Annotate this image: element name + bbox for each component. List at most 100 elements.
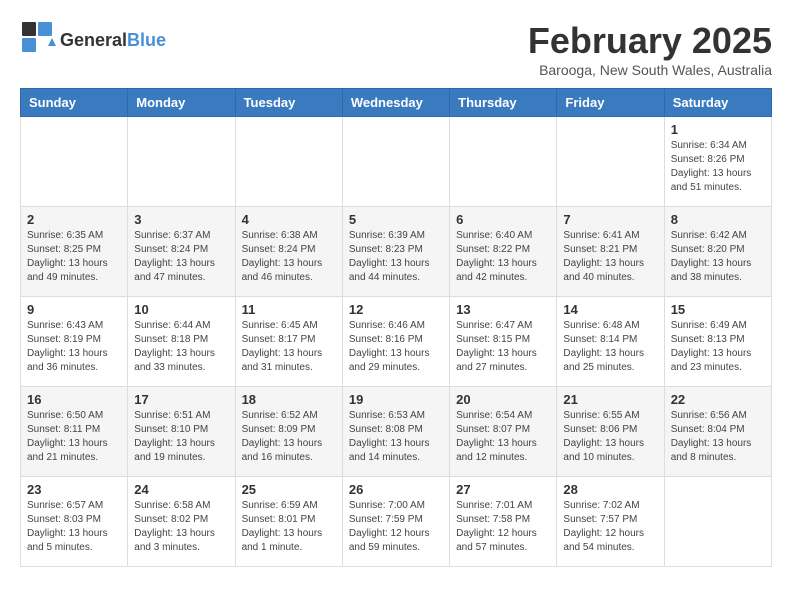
header-monday: Monday	[128, 89, 235, 117]
logo-blue: Blue	[127, 30, 166, 50]
table-row	[128, 117, 235, 207]
table-row: 2 Sunrise: 6:35 AM Sunset: 8:25 PM Daylig…	[21, 207, 128, 297]
day-number: 11	[242, 302, 336, 317]
day-info: Sunrise: 6:55 AM Sunset: 8:06 PM Dayligh…	[563, 409, 657, 465]
table-row: 17 Sunrise: 6:51 AM Sunset: 8:10 PM Dayli…	[128, 387, 235, 477]
day-info: Sunrise: 6:52 AM Sunset: 8:09 PM Dayligh…	[242, 409, 336, 465]
day-info: Sunrise: 6:59 AM Sunset: 8:01 PM Dayligh…	[242, 499, 336, 555]
day-number: 4	[242, 212, 336, 227]
table-row: 16Sunrise: 6:50 AM Sunset: 8:11 PM Dayli…	[21, 387, 128, 477]
day-info: Sunrise: 6:35 AM Sunset: 8:25 PM Dayligh…	[27, 229, 121, 285]
page-header: GeneralBlue February 2025 Barooga, New S…	[20, 20, 772, 78]
table-row: 5 Sunrise: 6:39 AM Sunset: 8:23 PM Daylig…	[342, 207, 449, 297]
table-row	[450, 117, 557, 207]
day-number: 17	[134, 392, 228, 407]
calendar-title: February 2025	[528, 20, 772, 62]
table-row: 7 Sunrise: 6:41 AM Sunset: 8:21 PM Daylig…	[557, 207, 664, 297]
table-row: 24 Sunrise: 6:58 AM Sunset: 8:02 PM Dayli…	[128, 477, 235, 567]
table-row: 6 Sunrise: 6:40 AM Sunset: 8:22 PM Daylig…	[450, 207, 557, 297]
day-number: 24	[134, 482, 228, 497]
day-number: 10	[134, 302, 228, 317]
header-sunday: Sunday	[21, 89, 128, 117]
table-row: 18 Sunrise: 6:52 AM Sunset: 8:09 PM Dayli…	[235, 387, 342, 477]
calendar-subtitle: Barooga, New South Wales, Australia	[528, 62, 772, 78]
title-section: February 2025 Barooga, New South Wales, …	[528, 20, 772, 78]
table-row: 11Sunrise: 6:45 AM Sunset: 8:17 PM Dayli…	[235, 297, 342, 387]
day-number: 19	[349, 392, 443, 407]
table-row: 26 Sunrise: 7:00 AM Sunset: 7:59 PM Dayli…	[342, 477, 449, 567]
table-row: 28 Sunrise: 7:02 AM Sunset: 7:57 PM Dayli…	[557, 477, 664, 567]
day-number: 2	[27, 212, 121, 227]
logo-text: GeneralBlue	[60, 30, 166, 51]
day-info: Sunrise: 6:56 AM Sunset: 8:04 PM Dayligh…	[671, 409, 765, 465]
day-number: 21	[563, 392, 657, 407]
day-info: Sunrise: 7:01 AM Sunset: 7:58 PM Dayligh…	[456, 499, 550, 555]
day-info: Sunrise: 6:46 AM Sunset: 8:16 PM Dayligh…	[349, 319, 443, 375]
table-row	[557, 117, 664, 207]
day-number: 7	[563, 212, 657, 227]
table-row: 23 Sunrise: 6:57 AM Sunset: 8:03 PM Dayli…	[21, 477, 128, 567]
table-row: 27 Sunrise: 7:01 AM Sunset: 7:58 PM Dayli…	[450, 477, 557, 567]
table-row: 20 Sunrise: 6:54 AM Sunset: 8:07 PM Dayli…	[450, 387, 557, 477]
header-tuesday: Tuesday	[235, 89, 342, 117]
table-row: 21 Sunrise: 6:55 AM Sunset: 8:06 PM Dayli…	[557, 387, 664, 477]
day-number: 27	[456, 482, 550, 497]
day-number: 22	[671, 392, 765, 407]
day-info: Sunrise: 6:57 AM Sunset: 8:03 PM Dayligh…	[27, 499, 121, 555]
calendar-week-row: 1Sunrise: 6:34 AM Sunset: 8:26 PM Daylig…	[21, 117, 772, 207]
day-info: Sunrise: 6:42 AM Sunset: 8:20 PM Dayligh…	[671, 229, 765, 285]
day-info: Sunrise: 6:53 AM Sunset: 8:08 PM Dayligh…	[349, 409, 443, 465]
table-row	[235, 117, 342, 207]
logo-general: General	[60, 30, 127, 50]
table-row: 8 Sunrise: 6:42 AM Sunset: 8:20 PM Daylig…	[664, 207, 771, 297]
day-info: Sunrise: 6:51 AM Sunset: 8:10 PM Dayligh…	[134, 409, 228, 465]
table-row: 12 Sunrise: 6:46 AM Sunset: 8:16 PM Dayli…	[342, 297, 449, 387]
day-number: 1	[671, 122, 765, 137]
day-info: Sunrise: 6:40 AM Sunset: 8:22 PM Dayligh…	[456, 229, 550, 285]
table-row: 22 Sunrise: 6:56 AM Sunset: 8:04 PM Dayli…	[664, 387, 771, 477]
day-number: 28	[563, 482, 657, 497]
calendar-week-row: 23 Sunrise: 6:57 AM Sunset: 8:03 PM Dayli…	[21, 477, 772, 567]
table-row: 1Sunrise: 6:34 AM Sunset: 8:26 PM Daylig…	[664, 117, 771, 207]
table-row: 10Sunrise: 6:44 AM Sunset: 8:18 PM Dayli…	[128, 297, 235, 387]
day-info: Sunrise: 6:39 AM Sunset: 8:23 PM Dayligh…	[349, 229, 443, 285]
day-number: 25	[242, 482, 336, 497]
day-number: 8	[671, 212, 765, 227]
table-row	[342, 117, 449, 207]
day-info: Sunrise: 6:37 AM Sunset: 8:24 PM Dayligh…	[134, 229, 228, 285]
calendar-table: Sunday Monday Tuesday Wednesday Thursday…	[20, 88, 772, 567]
day-number: 23	[27, 482, 121, 497]
table-row	[21, 117, 128, 207]
day-number: 18	[242, 392, 336, 407]
day-number: 5	[349, 212, 443, 227]
table-row: 4Sunrise: 6:38 AM Sunset: 8:24 PM Daylig…	[235, 207, 342, 297]
day-number: 26	[349, 482, 443, 497]
table-row: 3 Sunrise: 6:37 AM Sunset: 8:24 PM Daylig…	[128, 207, 235, 297]
day-number: 13	[456, 302, 550, 317]
day-number: 12	[349, 302, 443, 317]
day-number: 16	[27, 392, 121, 407]
day-info: Sunrise: 6:41 AM Sunset: 8:21 PM Dayligh…	[563, 229, 657, 285]
table-row: 19 Sunrise: 6:53 AM Sunset: 8:08 PM Dayli…	[342, 387, 449, 477]
table-row: 13Sunrise: 6:47 AM Sunset: 8:15 PM Dayli…	[450, 297, 557, 387]
calendar-week-row: 2 Sunrise: 6:35 AM Sunset: 8:25 PM Daylig…	[21, 207, 772, 297]
day-number: 20	[456, 392, 550, 407]
table-row: 25 Sunrise: 6:59 AM Sunset: 8:01 PM Dayli…	[235, 477, 342, 567]
day-info: Sunrise: 7:00 AM Sunset: 7:59 PM Dayligh…	[349, 499, 443, 555]
header-thursday: Thursday	[450, 89, 557, 117]
day-info: Sunrise: 6:54 AM Sunset: 8:07 PM Dayligh…	[456, 409, 550, 465]
day-number: 15	[671, 302, 765, 317]
logo-icon	[20, 20, 56, 61]
day-number: 9	[27, 302, 121, 317]
header-friday: Friday	[557, 89, 664, 117]
day-info: Sunrise: 7:02 AM Sunset: 7:57 PM Dayligh…	[563, 499, 657, 555]
day-info: Sunrise: 6:48 AM Sunset: 8:14 PM Dayligh…	[563, 319, 657, 375]
header-wednesday: Wednesday	[342, 89, 449, 117]
day-number: 3	[134, 212, 228, 227]
calendar-week-row: 9Sunrise: 6:43 AM Sunset: 8:19 PM Daylig…	[21, 297, 772, 387]
calendar-week-row: 16Sunrise: 6:50 AM Sunset: 8:11 PM Dayli…	[21, 387, 772, 477]
day-info: Sunrise: 6:58 AM Sunset: 8:02 PM Dayligh…	[134, 499, 228, 555]
day-number: 6	[456, 212, 550, 227]
table-row: 14Sunrise: 6:48 AM Sunset: 8:14 PM Dayli…	[557, 297, 664, 387]
table-row: 15Sunrise: 6:49 AM Sunset: 8:13 PM Dayli…	[664, 297, 771, 387]
